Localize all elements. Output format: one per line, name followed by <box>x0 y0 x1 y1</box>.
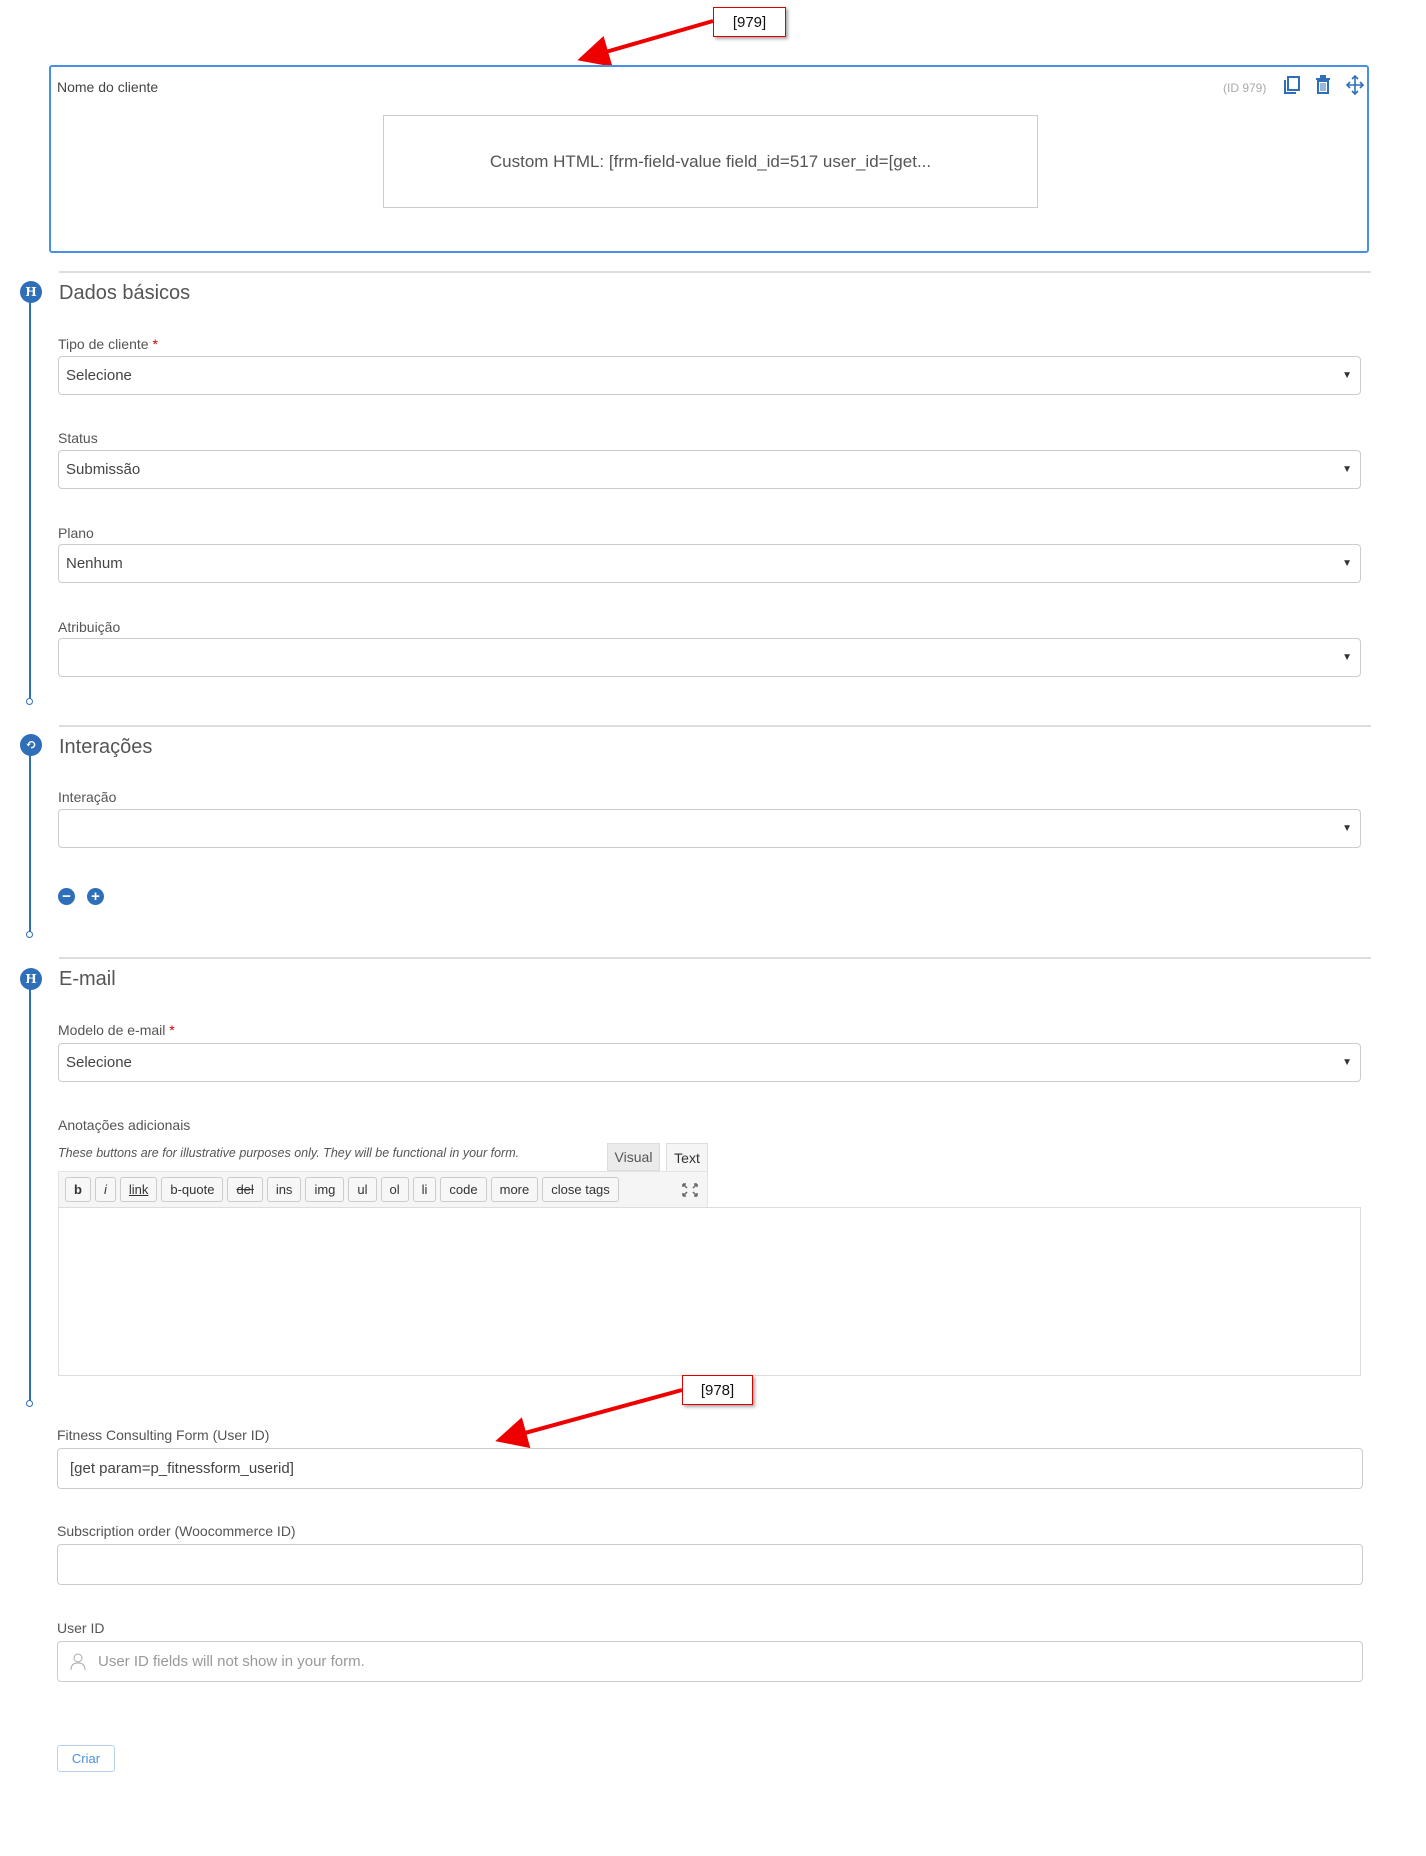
interacao-label: Interação <box>58 789 117 805</box>
caret-down-icon: ▼ <box>1342 823 1352 834</box>
more-button[interactable]: more <box>490 1177 539 1202</box>
tipo-value: Selecione <box>66 367 132 384</box>
tab-visual[interactable]: Visual <box>607 1143 660 1171</box>
bold-button[interactable]: b <box>65 1177 91 1202</box>
ins-button[interactable]: ins <box>266 1177 302 1202</box>
caret-down-icon: ▼ <box>1342 1057 1352 1068</box>
user-icon <box>70 1653 86 1670</box>
notes-textarea[interactable] <box>58 1207 1361 1376</box>
caret-down-icon: ▼ <box>1342 464 1352 475</box>
duplicate-icon[interactable] <box>1283 75 1301 95</box>
li-button[interactable]: li <box>412 1177 437 1202</box>
add-row-icon[interactable]: + <box>87 888 104 905</box>
atribuicao-label: Atribuição <box>58 619 121 635</box>
user-id-input[interactable]: User ID fields will not show in your for… <box>57 1641 1363 1682</box>
img-button[interactable]: img <box>305 1177 345 1202</box>
trash-icon[interactable] <box>1315 75 1331 95</box>
ul-button[interactable]: ul <box>348 1177 377 1202</box>
arrow-979 <box>577 19 714 67</box>
section-line <box>29 745 31 932</box>
fitness-user-id-input[interactable]: [get param=p_fitnessform_userid] <box>57 1448 1363 1489</box>
section-divider <box>59 957 1371 959</box>
section-title: Interações <box>59 736 153 758</box>
section-end-dot <box>26 698 33 705</box>
italic-button[interactable]: i <box>94 1177 116 1202</box>
fullscreen-icon[interactable] <box>682 1182 698 1197</box>
modelo-select[interactable]: Selecione ▼ <box>58 1043 1361 1082</box>
plano-label: Plano <box>58 525 94 541</box>
caret-down-icon: ▼ <box>1342 558 1352 569</box>
status-value: Submissão <box>66 461 141 478</box>
user-id-label: User ID <box>57 1620 105 1636</box>
ol-button[interactable]: ol <box>380 1177 409 1202</box>
custom-html-field[interactable]: Nome do cliente (ID 979) Custom HTML: [f… <box>49 65 1369 253</box>
link-button[interactable]: link <box>119 1177 158 1202</box>
tab-text[interactable]: Text <box>666 1143 708 1171</box>
field-id: (ID 979) <box>1223 81 1267 95</box>
plano-select[interactable]: Nenhum ▼ <box>58 544 1361 583</box>
caret-down-icon: ▼ <box>1342 370 1352 381</box>
section-divider <box>59 271 1371 273</box>
section-line <box>29 292 31 700</box>
del-button[interactable]: del <box>227 1177 263 1202</box>
close-tags-button[interactable]: close tags <box>542 1177 619 1202</box>
field-label: Nome do cliente <box>57 79 159 95</box>
user-id-placeholder: User ID fields will not show in your for… <box>98 1653 365 1670</box>
notes-label: Anotações adicionais <box>58 1117 191 1133</box>
remove-row-icon[interactable]: − <box>58 888 75 905</box>
section-divider <box>59 725 1371 727</box>
caret-down-icon: ▼ <box>1342 652 1352 663</box>
annotation-label-979: [979] <box>713 7 786 37</box>
submit-button[interactable]: Criar <box>57 1745 115 1772</box>
custom-html-preview: Custom HTML: [frm-field-value field_id=5… <box>383 115 1038 208</box>
editor-toolbar: b i link b-quote del ins img ul ol li co… <box>58 1171 708 1208</box>
heading-icon: H <box>20 281 42 303</box>
annotation-label-978: [978] <box>682 1375 753 1405</box>
modelo-value: Selecione <box>66 1054 132 1071</box>
section-line <box>29 979 31 1401</box>
heading-icon: H <box>20 968 42 990</box>
section-end-dot <box>26 931 33 938</box>
atribuicao-select[interactable]: ▼ <box>58 638 1361 677</box>
plano-value: Nenhum <box>66 555 123 572</box>
fitness-label: Fitness Consulting Form (User ID) <box>57 1427 270 1443</box>
subscription-label: Subscription order (Woocommerce ID) <box>57 1523 296 1539</box>
section-title: Dados básicos <box>59 282 191 304</box>
move-icon[interactable] <box>1346 75 1364 95</box>
tipo-select[interactable]: Selecione ▼ <box>58 356 1361 395</box>
blockquote-button[interactable]: b-quote <box>161 1177 224 1202</box>
notes-hint: These buttons are for illustrative purpo… <box>58 1146 520 1160</box>
section-end-dot <box>26 1400 33 1407</box>
modelo-label: Modelo de e-mail * <box>58 1022 175 1038</box>
subscription-order-input[interactable] <box>57 1544 1363 1585</box>
arrow-978 <box>495 1388 683 1449</box>
repeat-icon: ⟲ <box>20 734 42 756</box>
section-title: E-mail <box>59 968 116 990</box>
status-select[interactable]: Submissão ▼ <box>58 450 1361 489</box>
interacao-select[interactable]: ▼ <box>58 809 1361 848</box>
code-button[interactable]: code <box>440 1177 487 1202</box>
tipo-label: Tipo de cliente * <box>58 336 158 352</box>
status-label: Status <box>58 430 98 446</box>
